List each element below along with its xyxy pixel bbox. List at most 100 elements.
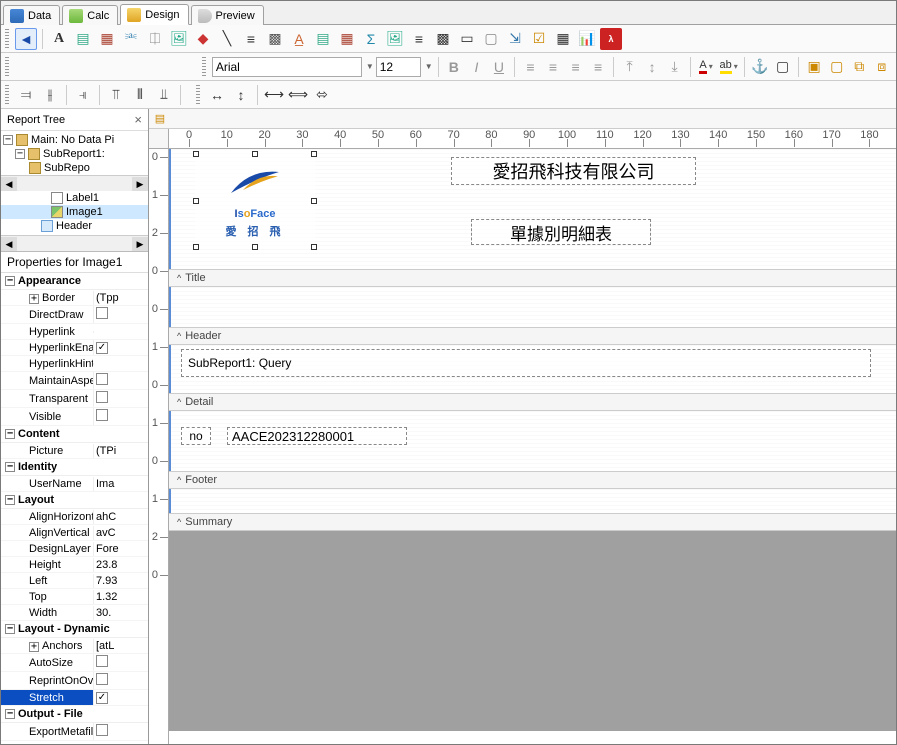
align-left-button[interactable]: ≡ <box>520 56 541 78</box>
hyperlinkenabled-prop[interactable]: HyperlinkEnabled <box>1 341 93 355</box>
highlight-button[interactable]: ab▾ <box>718 56 739 78</box>
tree-label1[interactable]: Label1 <box>1 191 148 205</box>
hyperlink-prop[interactable]: Hyperlink <box>1 325 93 339</box>
hyperlinkhint-prop[interactable]: HyperlinkHint <box>1 357 93 371</box>
alignh-prop[interactable]: AlignHorizontal <box>1 510 93 524</box>
shape-tool[interactable]: ◆ <box>192 28 214 50</box>
space-h-button[interactable]: ↔ <box>206 84 228 106</box>
dbtext-tool[interactable]: A̲ <box>288 28 310 50</box>
richtext-tool[interactable]: ▦ <box>96 28 118 50</box>
font-color-button[interactable]: A▾ <box>696 56 717 78</box>
db2dbarcode-tool[interactable]: ▩ <box>432 28 454 50</box>
username-prop[interactable]: UserName <box>1 477 93 491</box>
top-prop[interactable]: Top <box>1 590 93 604</box>
region-tool[interactable]: ▭ <box>456 28 478 50</box>
subreport-tool[interactable]: ▢ <box>480 28 502 50</box>
tree-root[interactable]: −Main: No Data Pi <box>1 133 148 147</box>
detail-band-content[interactable]: SubReport1: Query <box>169 345 896 393</box>
stretch-prop[interactable]: Stretch <box>1 691 93 705</box>
border-button[interactable]: ▢ <box>772 56 793 78</box>
font-size-select[interactable] <box>376 57 421 77</box>
sysvar-tool[interactable]: ⎃ <box>120 28 142 50</box>
height-prop[interactable]: Height <box>1 558 93 572</box>
footer-band-content[interactable]: no AACE202312280001 <box>169 411 896 471</box>
alignv-prop[interactable]: AlignVertical <box>1 526 93 540</box>
border-prop[interactable]: +Border <box>1 291 93 305</box>
align-center-button[interactable]: ≡ <box>543 56 564 78</box>
tree-hscroll-2[interactable]: ◀▶ <box>1 235 148 251</box>
variable-tool[interactable]: ⎅ <box>144 28 166 50</box>
align-edges-right[interactable]: ⫣ <box>72 84 94 106</box>
header-band-label[interactable]: ^Header <box>169 327 896 345</box>
tree-hscroll[interactable]: ◀▶ <box>1 175 148 191</box>
exportmeta-prop[interactable]: ExportMetafileAsB <box>1 725 93 739</box>
space-v-button[interactable]: ↕ <box>230 84 252 106</box>
report-title-label[interactable]: 單據別明細表 <box>471 219 651 245</box>
align-middle[interactable]: ⫴ <box>129 84 151 106</box>
width-prop[interactable]: Width <box>1 606 93 620</box>
valign-middle-button[interactable]: ↕ <box>642 56 663 78</box>
group-button[interactable]: ⧉ <box>849 56 870 78</box>
align-edges-left[interactable]: ⫤ <box>15 84 37 106</box>
header-band-content[interactable] <box>169 287 896 327</box>
group-identity[interactable]: −Identity <box>1 459 148 476</box>
maintainaspect-prop[interactable]: MaintainAspectRa <box>1 374 93 388</box>
group-layout[interactable]: −Layout <box>1 492 148 509</box>
line-tool[interactable]: ╲ <box>216 28 238 50</box>
reprint-prop[interactable]: ReprintOnOverFlo <box>1 674 93 688</box>
left-prop[interactable]: Left <box>1 574 93 588</box>
anchors-prop[interactable]: +Anchors <box>1 639 93 653</box>
tab-design[interactable]: Design <box>120 4 188 25</box>
tree-subreport-child[interactable]: SubRepo <box>1 161 148 175</box>
summary-band-label[interactable]: ^Summary <box>169 513 896 531</box>
bring-front-button[interactable]: ▣ <box>804 56 825 78</box>
layers-button[interactable]: ▤ <box>151 110 169 128</box>
tab-data[interactable]: Data <box>3 5 60 25</box>
close-icon[interactable]: × <box>134 112 142 127</box>
same-size-button[interactable]: ⬄ <box>311 84 333 106</box>
detail-no-value[interactable]: AACE202312280001 <box>227 427 407 445</box>
barcode-tool[interactable]: ≡ <box>240 28 262 50</box>
tab-preview[interactable]: Preview <box>191 5 264 25</box>
group-text[interactable]: −Text <box>1 741 148 744</box>
crosstab-tool[interactable]: ▦ <box>552 28 574 50</box>
group-output-file[interactable]: −Output - File <box>1 706 148 723</box>
pdf-tool[interactable]: λ <box>600 28 622 50</box>
dbmemo-tool[interactable]: ▤ <box>312 28 334 50</box>
2dbarcode-tool[interactable]: ▩ <box>264 28 286 50</box>
dbcalc-tool[interactable]: Σ <box>360 28 382 50</box>
align-edges-center[interactable]: ⫲ <box>39 84 61 106</box>
tree-header-node[interactable]: Header <box>1 219 148 233</box>
align-bottom[interactable]: ⫫ <box>153 84 175 106</box>
detail-no-label[interactable]: no <box>181 427 211 445</box>
underline-button[interactable]: U <box>489 56 510 78</box>
title-band-content[interactable]: IsoFace 愛 招 飛 愛招飛科技有限公司 單據別明細表 <box>169 149 896 269</box>
align-justify-button[interactable]: ≡ <box>588 56 609 78</box>
autosize-prop[interactable]: AutoSize <box>1 656 93 670</box>
canvas-scroll[interactable]: IsoFace 愛 招 飛 愛招飛科技有限公司 單據別明細表 ^Title <box>169 149 896 744</box>
dropdown-arrow-icon[interactable]: ▼ <box>425 62 433 71</box>
report-page[interactable]: IsoFace 愛 招 飛 愛招飛科技有限公司 單據別明細表 ^Title <box>169 149 896 744</box>
dbbarcode-tool[interactable]: ≡ <box>408 28 430 50</box>
memo-tool[interactable]: ▤ <box>72 28 94 50</box>
same-width-button[interactable]: ⟷ <box>263 84 285 106</box>
designlayer-prop[interactable]: DesignLayer <box>1 542 93 556</box>
italic-button[interactable]: I <box>466 56 487 78</box>
chart-tool[interactable]: 📊 <box>576 28 598 50</box>
font-family-select[interactable] <box>212 57 362 77</box>
image-tool[interactable]: 🖼 <box>168 28 190 50</box>
footer-band-label[interactable]: ^Footer <box>169 471 896 489</box>
tree-image1[interactable]: Image1 <box>1 205 148 219</box>
pagebreak-tool[interactable]: ⇲ <box>504 28 526 50</box>
subreport-element[interactable]: SubReport1: Query <box>181 349 871 377</box>
directdraw-prop[interactable]: DirectDraw <box>1 308 93 322</box>
valign-bottom-button[interactable]: ⤓ <box>664 56 685 78</box>
image1-element[interactable]: IsoFace 愛 招 飛 <box>195 153 315 248</box>
title-band-label[interactable]: ^Title <box>169 269 896 287</box>
dbrichtext-tool[interactable]: ▦ <box>336 28 358 50</box>
group-content[interactable]: −Content <box>1 426 148 443</box>
tree-subreport[interactable]: −SubReport1: <box>1 147 148 161</box>
dropdown-arrow-icon[interactable]: ▼ <box>366 62 374 71</box>
align-right-button[interactable]: ≡ <box>565 56 586 78</box>
ungroup-button[interactable]: ⧈ <box>872 56 893 78</box>
